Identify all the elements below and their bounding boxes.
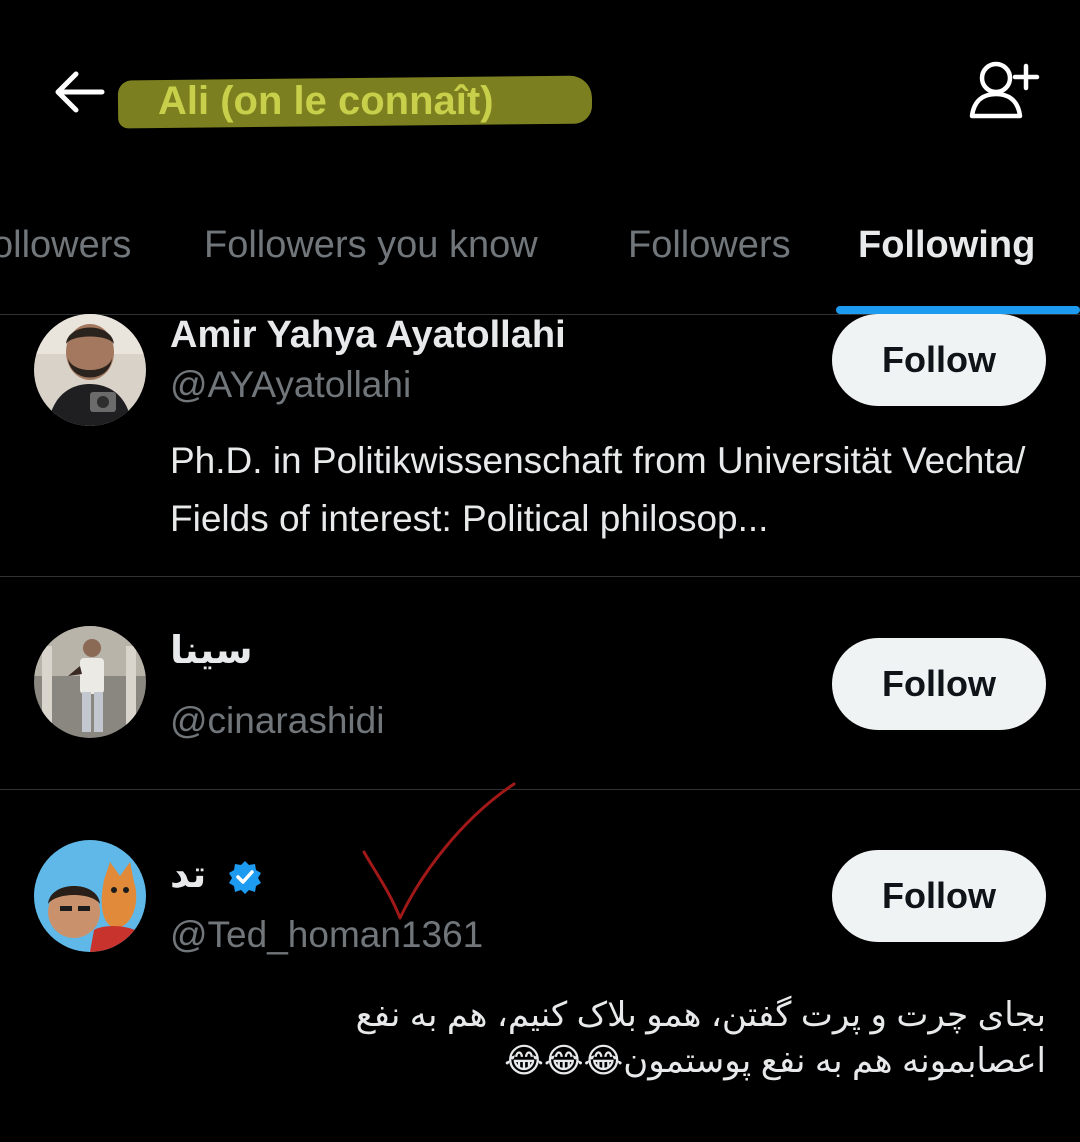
user-name: تد xyxy=(170,854,207,896)
user-handle: @cinarashidi xyxy=(170,700,385,741)
arrow-left-icon xyxy=(55,71,105,113)
avatar[interactable] xyxy=(34,840,146,952)
tab-following[interactable]: Following xyxy=(858,224,1035,267)
divider xyxy=(0,789,1080,790)
active-tab-indicator xyxy=(836,306,1080,314)
divider xyxy=(0,576,1080,577)
follow-button[interactable]: Follow xyxy=(832,314,1046,406)
tab-followers-you-know[interactable]: Followers you know xyxy=(204,224,538,267)
follow-button[interactable]: Follow xyxy=(832,638,1046,730)
user-bio: Ph.D. in Politikwissenschaft from Univer… xyxy=(170,440,1026,539)
add-user-button[interactable] xyxy=(966,58,1042,122)
page-title: Ali (on le connaît) xyxy=(158,79,494,123)
follow-button[interactable]: Follow xyxy=(832,850,1046,942)
list-item[interactable]: Amir Yahya Ayatollahi @AYAyatollahi Ph.D… xyxy=(0,314,1080,576)
user-bio: بجای چرت و پرت گفتن، همو بلاک کنیم، هم ب… xyxy=(355,996,1046,1080)
user-name-row: تد xyxy=(170,852,263,897)
verified-badge-icon xyxy=(228,860,261,894)
list-item[interactable]: سینا @cinarashidi Follow xyxy=(0,626,1080,790)
page-title-wrap: Ali (on le connaît) xyxy=(117,74,593,129)
avatar[interactable] xyxy=(34,626,146,738)
avatar[interactable] xyxy=(34,314,146,426)
tab-verified-followers[interactable]: ollowers xyxy=(0,224,131,267)
tab-followers[interactable]: Followers xyxy=(628,224,791,267)
user-handle: @Ted_homan1361 xyxy=(170,914,484,955)
user-name: Amir Yahya Ayatollahi xyxy=(170,314,566,356)
list-item[interactable]: تد @Ted_homan1361 بجای چرت و پرت گفتن، ه… xyxy=(0,840,1080,1100)
user-name: سینا xyxy=(170,630,253,672)
tab-bar: ollowers Followers you know Followers Fo… xyxy=(0,210,1080,315)
user-handle: @AYAyatollahi xyxy=(170,364,412,405)
back-button[interactable] xyxy=(52,64,108,120)
person-plus-icon xyxy=(969,61,1040,119)
